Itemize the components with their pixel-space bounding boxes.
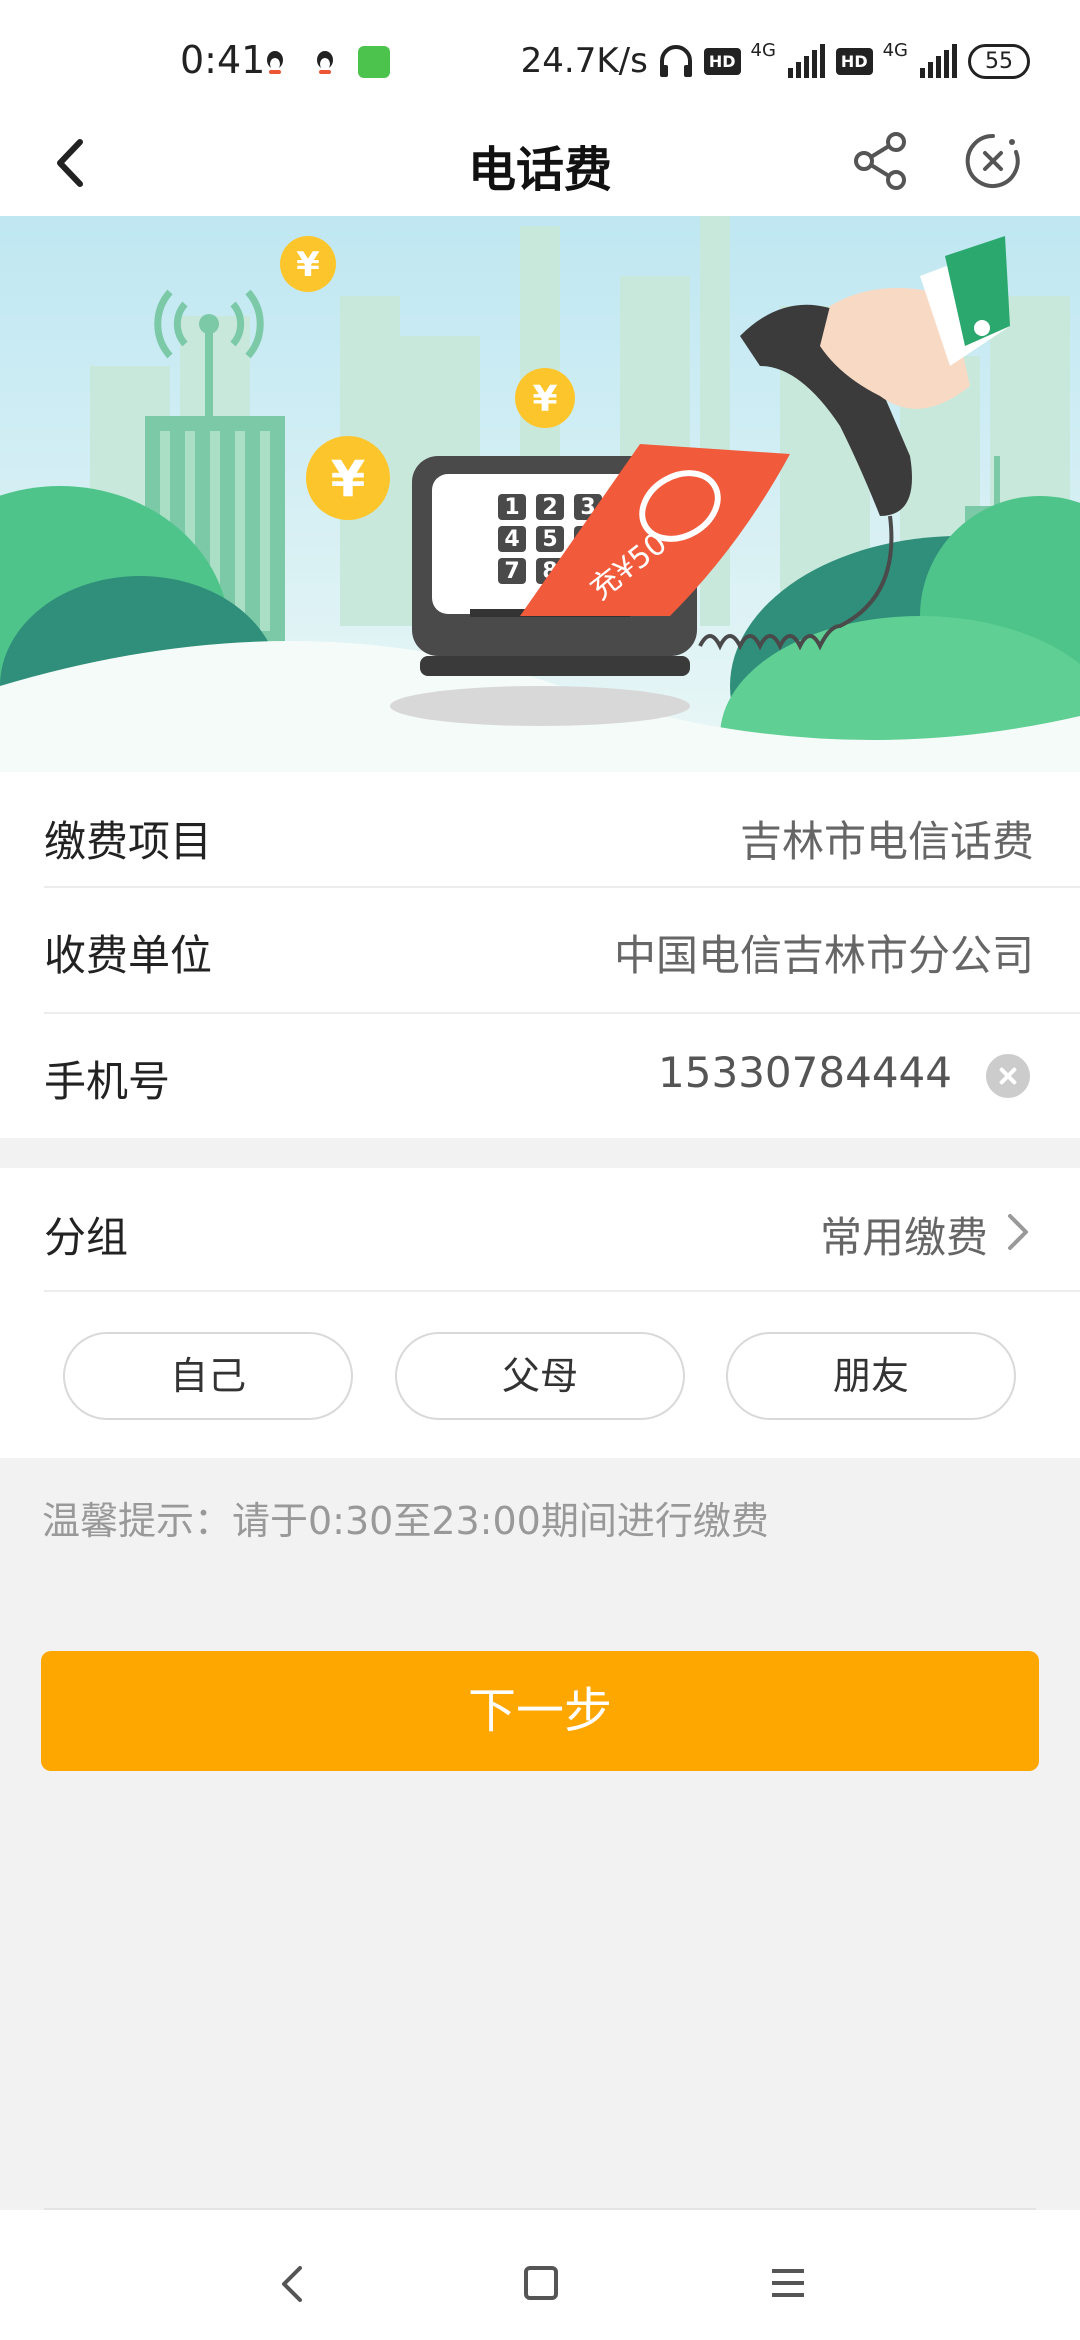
chevron-right-icon[interactable] bbox=[1002, 1210, 1032, 1254]
svg-text:¥: ¥ bbox=[331, 450, 366, 508]
network-type: 4G bbox=[882, 40, 908, 61]
hd-badge: HD bbox=[835, 47, 873, 75]
system-back-icon[interactable] bbox=[276, 2264, 310, 2304]
group-row[interactable]: 分组 常用缴费 bbox=[0, 1168, 1080, 1294]
payee-value: 中国电信吉林市分公司 bbox=[613, 931, 1034, 980]
share-icon[interactable] bbox=[846, 126, 916, 196]
payment-info-card: 缴费项目 吉林市电信话费 收费单位 中国电信吉林市分公司 手机号 1533078… bbox=[0, 772, 1080, 1138]
payee-row: 收费单位 中国电信吉林市分公司 bbox=[0, 886, 1080, 1012]
system-nav-bar bbox=[0, 2210, 1080, 2340]
group-label: 分组 bbox=[44, 1213, 129, 1262]
payment-item-value: 吉林市电信话费 bbox=[739, 817, 1034, 866]
divider bbox=[44, 1290, 1080, 1292]
svg-text:¥: ¥ bbox=[296, 245, 320, 285]
payment-tip: 温馨提示：请于0:30至23:00期间进行缴费 bbox=[42, 1499, 769, 1543]
svg-text:5: 5 bbox=[542, 527, 557, 552]
battery-icon: 55 bbox=[968, 43, 1030, 79]
svg-text:¥: ¥ bbox=[532, 379, 557, 420]
svg-text:1: 1 bbox=[504, 495, 519, 520]
svg-text:4: 4 bbox=[504, 527, 519, 552]
network-speed: 24.7K/s bbox=[520, 41, 648, 81]
svg-text:2: 2 bbox=[542, 495, 557, 520]
hd-badge: HD bbox=[703, 47, 741, 75]
signal-icon bbox=[787, 44, 825, 78]
payment-item-row: 缴费项目 吉林市电信话费 bbox=[0, 772, 1080, 898]
payee-label: 收费单位 bbox=[44, 931, 213, 980]
qq-notification-icon bbox=[267, 51, 283, 74]
svg-text:7: 7 bbox=[504, 559, 519, 584]
phone-number-input[interactable]: 15330784444 bbox=[658, 1048, 952, 1097]
group-chip-self[interactable]: 自己 bbox=[63, 1332, 353, 1420]
status-bar: 0:41 24.7K/s HD 4G HD 4G 55 bbox=[0, 0, 1080, 110]
phone-row[interactable]: 手机号 15330784444 bbox=[0, 1012, 1080, 1138]
qq-notification-icon bbox=[317, 51, 333, 74]
clear-input-icon[interactable] bbox=[986, 1054, 1030, 1098]
headphones-icon bbox=[659, 45, 692, 77]
close-mini-program-icon[interactable] bbox=[958, 126, 1028, 196]
payment-item-label: 缴费项目 bbox=[44, 817, 213, 866]
status-right: 24.7K/s HD 4G HD 4G 55 bbox=[521, 38, 1030, 84]
network-type: 4G bbox=[750, 40, 776, 61]
system-home-icon[interactable] bbox=[524, 2266, 558, 2300]
page-title: 电话费 bbox=[467, 142, 612, 198]
group-chip-parents[interactable]: 父母 bbox=[395, 1332, 685, 1420]
status-time: 0:41 bbox=[180, 38, 266, 82]
app-notification-icon bbox=[358, 46, 390, 78]
system-menu-icon[interactable] bbox=[770, 2266, 806, 2300]
next-step-button[interactable]: 下一步 bbox=[41, 1651, 1039, 1771]
group-value: 常用缴费 bbox=[819, 1213, 988, 1262]
nav-bar: 电话费 bbox=[0, 110, 1080, 216]
group-chip-friends[interactable]: 朋友 bbox=[726, 1332, 1016, 1420]
phone-bill-banner: ¥ ¥ ¥ 1 2 3 4 5 6 7 8 9 充¥50 bbox=[0, 216, 1080, 772]
signal-icon bbox=[920, 44, 957, 78]
phone-label: 手机号 bbox=[44, 1057, 171, 1106]
